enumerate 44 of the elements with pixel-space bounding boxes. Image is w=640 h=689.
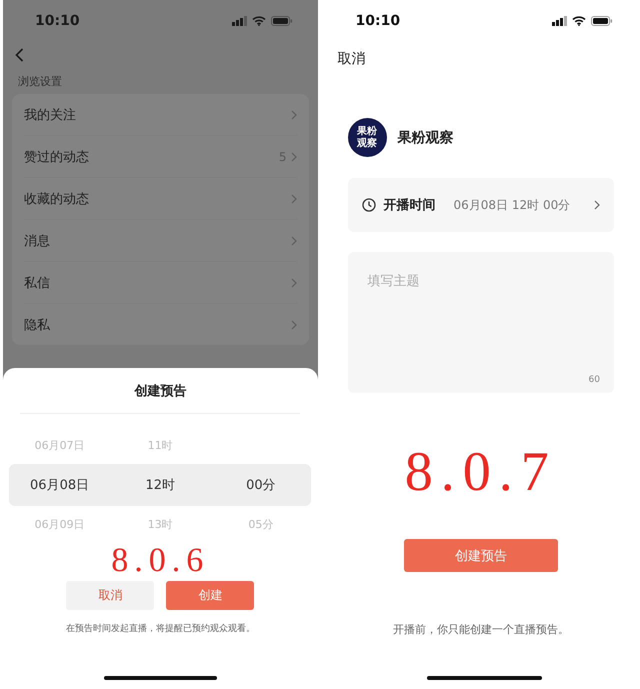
back-icon[interactable] <box>15 48 24 62</box>
settings-item[interactable]: 消息 <box>24 232 290 250</box>
start-time-value: 06月08日 12时 00分 <box>454 196 572 214</box>
battery-icon <box>591 16 613 26</box>
settings-item[interactable]: 赞过的动态 <box>24 148 279 166</box>
signal-icon <box>552 16 567 26</box>
topic-placeholder: 填写主题 <box>368 273 420 290</box>
picker-option[interactable]: 06月08日 <box>9 464 110 506</box>
wifi-icon <box>572 16 586 26</box>
picker-option[interactable]: 00分 <box>210 464 312 506</box>
status-time: 10:10 <box>35 13 80 29</box>
cancel-button[interactable]: 取消 <box>66 581 154 610</box>
start-time-row[interactable]: 开播时间 06月08日 12时 00分 <box>348 178 614 232</box>
status-time: 10:10 <box>356 13 400 29</box>
section-label: 浏览设置 <box>17 74 63 90</box>
version-label: 8.0.6 <box>111 543 210 579</box>
version-label: 8.0.7 <box>404 440 557 504</box>
chevron-icon <box>290 194 296 204</box>
picker-option[interactable]: 12时 <box>110 464 211 506</box>
account-name: 果粉观察 <box>398 128 454 146</box>
sheet-title: 创建预告 <box>134 382 186 401</box>
chevron-icon <box>290 278 296 288</box>
topic-field[interactable]: 填写主题 60 <box>348 252 614 393</box>
signal-icon <box>232 16 246 26</box>
avatar: 果粉 观察 <box>348 118 386 157</box>
create-button[interactable]: 创建 <box>166 581 254 610</box>
chevron-icon <box>290 236 296 246</box>
settings-item[interactable]: 收藏的动态 <box>24 190 290 208</box>
hint-text: 开播前，你只能创建一个直播预告。 <box>392 622 569 637</box>
settings-item[interactable]: 私信 <box>24 274 290 292</box>
chevron-icon <box>594 200 600 210</box>
settings-item[interactable]: 隐私 <box>24 316 290 334</box>
battery-icon <box>270 16 292 26</box>
settings-item[interactable]: 我的关注 <box>24 106 290 124</box>
character-counter: 60 <box>588 375 600 385</box>
chevron-icon <box>290 110 296 120</box>
start-time-label: 开播时间 <box>384 197 436 214</box>
clock-icon <box>362 198 376 212</box>
chevron-icon <box>290 152 296 162</box>
cancel-link[interactable]: 取消 <box>338 50 366 68</box>
chevron-icon <box>290 320 296 330</box>
hint-text: 在预告时间发起直播，将提醒已预约观众观看。 <box>66 622 255 635</box>
wifi-icon <box>252 16 266 26</box>
create-preview-button[interactable]: 创建预告 <box>404 539 558 572</box>
